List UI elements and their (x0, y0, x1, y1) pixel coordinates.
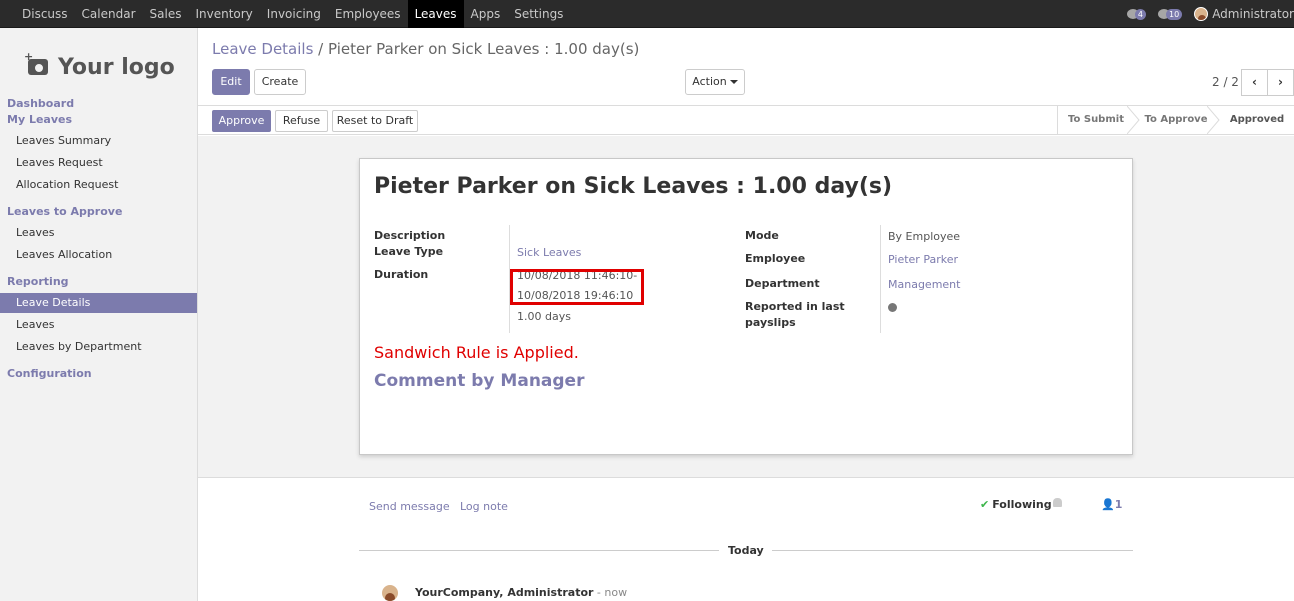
today-label: Today (728, 544, 764, 557)
employee-value[interactable]: Pieter Parker (888, 253, 958, 266)
create-button[interactable]: Create (254, 69, 306, 95)
sidebar-leaves-to-approve[interactable]: Leaves to Approve (7, 205, 122, 218)
sidebar-item-allocation-request[interactable]: Allocation Request (0, 175, 197, 195)
mode-value: By Employee (888, 230, 961, 243)
sidebar-configuration[interactable]: Configuration (7, 367, 92, 380)
sidebar-reporting[interactable]: Reporting (7, 275, 69, 288)
sidebar: Your logo Dashboard My Leaves Leaves Sum… (0, 28, 198, 601)
menu-settings[interactable]: Settings (507, 0, 570, 28)
stage-approved: Approved (1229, 114, 1285, 125)
company-logo[interactable]: Your logo (24, 48, 178, 86)
pager-value[interactable]: 2 / 2 (1212, 75, 1239, 89)
menu-inventory[interactable]: Inventory (188, 0, 259, 28)
breadcrumb-parent[interactable]: Leave Details (212, 40, 313, 58)
user-name: Administrator (1212, 7, 1294, 21)
days-value: 1.00 days (517, 310, 571, 323)
breadcrumb-separator: / (318, 40, 324, 58)
top-navbar: Discuss Calendar Sales Inventory Invoici… (0, 0, 1294, 28)
form-sheet: Pieter Parker on Sick Leaves : 1.00 day(… (359, 158, 1133, 455)
logo-text: Your logo (58, 54, 175, 80)
pager-previous-button[interactable]: ‹ (1241, 69, 1268, 96)
stage-to-approve: To Approve (1144, 114, 1208, 125)
menu-invoicing[interactable]: Invoicing (260, 0, 328, 28)
duration-label: Duration (374, 268, 429, 281)
duration-highlight-box (510, 269, 644, 305)
day-separator-line (359, 550, 719, 551)
action-dropdown[interactable]: Action (685, 69, 745, 95)
day-separator-line (772, 550, 1133, 551)
menu-discuss[interactable]: Discuss (15, 0, 75, 28)
department-label: Department (745, 277, 820, 290)
message-time: - now (593, 586, 628, 599)
followers-count: 1 (1114, 498, 1123, 511)
approve-button[interactable]: Approve (212, 110, 271, 132)
message-badge: 10 (1166, 8, 1183, 20)
sidebar-item-leave-details[interactable]: Leave Details (0, 293, 197, 313)
reported-label-line1: Reported in last (745, 300, 845, 313)
stage-divider (1057, 106, 1058, 134)
description-label: Description (374, 229, 446, 242)
message-author[interactable]: YourCompany, Administrator (415, 586, 593, 599)
stage-arrow-icon (1207, 106, 1220, 134)
field-divider (880, 225, 881, 333)
sidebar-item-leaves-allocation[interactable]: Leaves Allocation (0, 245, 197, 265)
message-header: YourCompany, Administrator - now (415, 586, 627, 599)
menu-sales[interactable]: Sales (143, 0, 189, 28)
edit-button[interactable]: Edit (212, 69, 250, 95)
author-avatar (382, 585, 398, 601)
leave-type-value[interactable]: Sick Leaves (517, 246, 581, 259)
sandwich-rule-note: Sandwich Rule is Applied. (374, 343, 579, 362)
messaging-menu[interactable]: 10 (1158, 8, 1183, 20)
sidebar-item-reporting-leaves[interactable]: Leaves (0, 315, 197, 335)
main-content: Leave Details / Pieter Parker on Sick Le… (198, 28, 1294, 601)
menu-employees[interactable]: Employees (328, 0, 408, 28)
mode-label: Mode (745, 229, 779, 242)
form-statusbar: Approve Refuse Reset to Draft To Submit … (198, 105, 1294, 135)
sidebar-item-approve-leaves[interactable]: Leaves (0, 223, 197, 243)
refuse-button[interactable]: Refuse (275, 110, 328, 132)
log-note-link[interactable]: Log note (460, 500, 508, 513)
record-title: Pieter Parker on Sick Leaves : 1.00 day(… (374, 174, 893, 199)
sidebar-item-leaves-summary[interactable]: Leaves Summary (0, 131, 197, 151)
followers-button[interactable]: 👤1 (1101, 498, 1122, 511)
sidebar-my-leaves[interactable]: My Leaves (7, 113, 72, 126)
camera-icon (24, 50, 48, 75)
sidebar-item-leaves-request[interactable]: Leaves Request (0, 153, 197, 173)
comment-heading: Comment by Manager (374, 371, 585, 391)
sidebar-dashboard[interactable]: Dashboard (7, 97, 74, 110)
stage-arrow-icon (1127, 106, 1140, 134)
employee-label: Employee (745, 252, 806, 265)
following-button[interactable]: ✔ Following (980, 498, 1052, 511)
menu-apps[interactable]: Apps (464, 0, 508, 28)
breadcrumb-current: Pieter Parker on Sick Leaves : 1.00 day(… (328, 40, 640, 58)
action-label: Action (692, 75, 727, 88)
systray: 4 10 Administrator (1126, 0, 1294, 28)
menu-leaves[interactable]: Leaves (407, 0, 464, 28)
user-icon: 👤 (1101, 498, 1115, 511)
main-menu: Discuss Calendar Sales Inventory Invoici… (15, 0, 570, 28)
activity-badge: 4 (1134, 8, 1146, 20)
user-menu[interactable]: Administrator (1194, 7, 1294, 21)
department-value[interactable]: Management (888, 278, 960, 291)
following-label: Following (992, 498, 1052, 511)
breadcrumb: Leave Details / Pieter Parker on Sick Le… (212, 40, 639, 58)
pager-next-button[interactable]: › (1267, 69, 1294, 96)
sidebar-item-leaves-by-department[interactable]: Leaves by Department (0, 337, 197, 357)
bell-icon[interactable] (1053, 498, 1062, 507)
check-icon: ✔ (980, 498, 990, 511)
activity-menu[interactable]: 4 (1126, 8, 1146, 20)
user-avatar (1194, 7, 1209, 21)
leave-type-label: Leave Type (374, 245, 444, 258)
reported-label-line2: payslips (745, 316, 796, 329)
menu-calendar[interactable]: Calendar (75, 0, 143, 28)
caret-down-icon (729, 80, 738, 84)
reset-to-draft-button[interactable]: Reset to Draft (332, 110, 418, 132)
stage-to-submit: To Submit (1068, 114, 1124, 125)
reported-checkbox-indicator (888, 303, 897, 312)
send-message-link[interactable]: Send message (369, 500, 450, 513)
